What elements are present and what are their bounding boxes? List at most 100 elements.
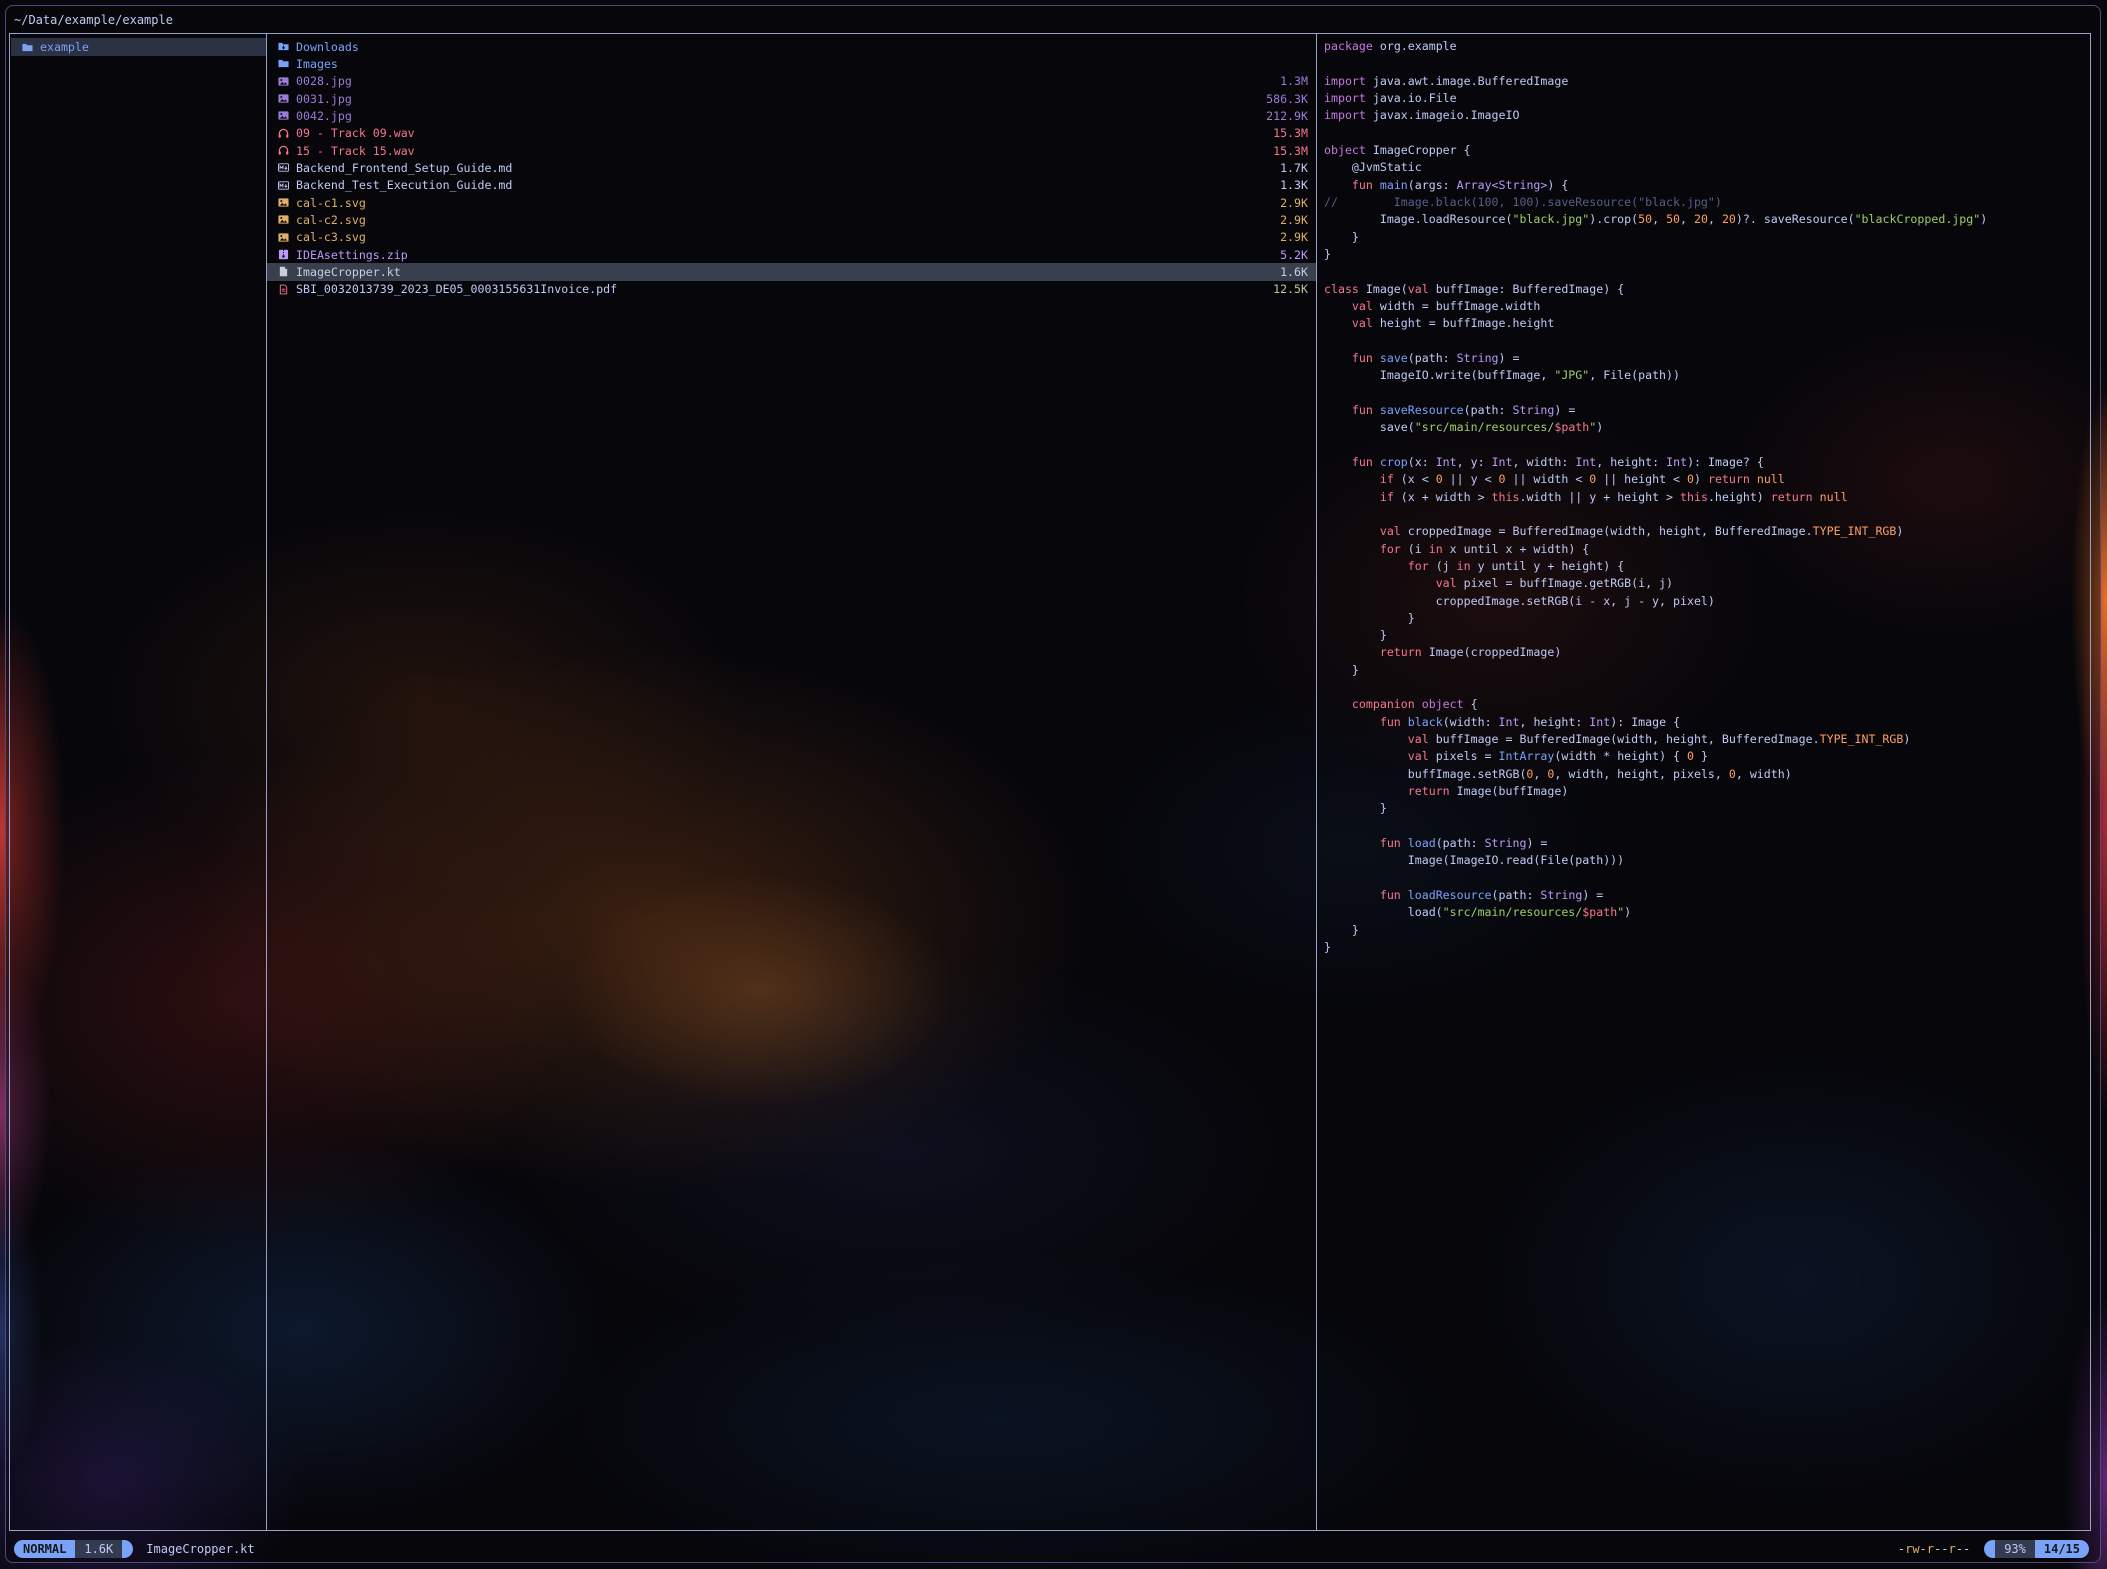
cursor-position: 14/15 — [2035, 1540, 2089, 1558]
code-line: val pixel = buffImage.getRGB(i, j) — [1317, 575, 2091, 592]
folder-icon — [21, 41, 34, 54]
code-line: class Image(val buffImage: BufferedImage… — [1317, 281, 2091, 298]
file-row[interactable]: Images — [267, 55, 1316, 72]
file-name: Images — [296, 57, 1308, 71]
file-row[interactable]: 0028.jpg1.3M — [267, 73, 1316, 90]
mode-size-pill: NORMAL 1.6K — [14, 1540, 133, 1558]
code-line: } — [1317, 800, 2091, 817]
file-name: 0031.jpg — [296, 92, 1266, 106]
code-line — [1317, 125, 2091, 142]
code-line: for (i in x until x + width) { — [1317, 541, 2091, 558]
pill-cap — [122, 1540, 133, 1558]
code-line — [1317, 385, 2091, 402]
code-line: } — [1317, 229, 2091, 246]
file-row[interactable]: 09 - Track 09.wav15.3M — [267, 125, 1316, 142]
code-line: val height = buffImage.height — [1317, 315, 2091, 332]
code-line: fun save(path: String) = — [1317, 350, 2091, 367]
code-line: croppedImage.setRGB(i - x, j - y, pixel) — [1317, 593, 2091, 610]
file-row[interactable]: Backend_Frontend_Setup_Guide.md1.7K — [267, 159, 1316, 176]
file-name: ImageCropper.kt — [296, 265, 1280, 279]
code-line — [1317, 55, 2091, 72]
file-name: SBI_0032013739_2023_DE05_0003155631Invoi… — [296, 282, 1273, 296]
file-size: 2.9K — [1280, 213, 1308, 227]
parent-dir-item[interactable]: example — [11, 38, 266, 56]
status-bar: NORMAL 1.6K ImageCropper.kt -rw-r--r-- 9… — [9, 1536, 2097, 1561]
file-name: Backend_Test_Execution_Guide.md — [296, 178, 1280, 192]
code-line: } — [1317, 922, 2091, 939]
code-line: } — [1317, 662, 2091, 679]
code-line: Image(ImageIO.read(File(path))) — [1317, 852, 2091, 869]
file-row[interactable]: Backend_Test_Execution_Guide.md1.3K — [267, 177, 1316, 194]
breadcrumb-path: ~/Data/example/example — [14, 8, 173, 33]
folder-down-icon — [277, 40, 290, 53]
pill-cap — [1984, 1540, 1995, 1558]
file-row[interactable]: SBI_0032013739_2023_DE05_0003155631Invoi… — [267, 281, 1316, 298]
markdown-icon — [277, 161, 290, 174]
code-line: import javax.imageio.ImageIO — [1317, 107, 2091, 124]
file-row[interactable]: 0031.jpg586.3K — [267, 90, 1316, 107]
image-icon — [277, 75, 290, 88]
file-row[interactable]: 15 - Track 15.wav15.3M — [267, 142, 1316, 159]
file-size: 1.3M — [1280, 74, 1308, 88]
code-line: import java.awt.image.BufferedImage — [1317, 73, 2091, 90]
image-icon — [277, 109, 290, 122]
code-line: fun main(args: Array<String>) { — [1317, 177, 2091, 194]
code-line: import java.io.File — [1317, 90, 2091, 107]
desktop-wallpaper: { "colors": { "accent_blue": "#7aa2f7", … — [0, 0, 2107, 1569]
file-preview-pane[interactable]: package org.example import java.awt.imag… — [1317, 34, 2091, 1530]
mode-indicator: NORMAL — [14, 1540, 75, 1558]
code-line: } — [1317, 627, 2091, 644]
code-line: object ImageCropper { — [1317, 142, 2091, 159]
code-line: return Image(croppedImage) — [1317, 644, 2091, 661]
image-icon — [277, 92, 290, 105]
code-line — [1317, 818, 2091, 835]
code-line: } — [1317, 246, 2091, 263]
code-line: val width = buffImage.width — [1317, 298, 2091, 315]
file-size: 1.6K — [1280, 265, 1308, 279]
file-row[interactable]: 0042.jpg212.9K — [267, 107, 1316, 124]
file-size: 2.9K — [1280, 230, 1308, 244]
file-name: cal-c2.svg — [296, 213, 1280, 227]
file-name: cal-c1.svg — [296, 196, 1280, 210]
code-line: Image.loadResource("black.jpg").crop(50,… — [1317, 211, 2091, 228]
markdown-icon — [277, 179, 290, 192]
file-row[interactable]: cal-c1.svg2.9K — [267, 194, 1316, 211]
yazi-file-manager-window: ~/Data/example/example example Downloads… — [5, 5, 2101, 1563]
file-size: 15.3M — [1273, 126, 1308, 140]
code-line: load("src/main/resources/$path") — [1317, 904, 2091, 921]
file-row[interactable]: cal-c2.svg2.9K — [267, 211, 1316, 228]
status-right-group: -rw-r--r-- 93% 14/15 — [1898, 1540, 2097, 1558]
code-line: } — [1317, 610, 2091, 627]
code-line: package org.example — [1317, 38, 2091, 55]
file-row[interactable]: cal-c3.svg2.9K — [267, 229, 1316, 246]
audio-icon — [277, 127, 290, 140]
file-name: IDEAsettings.zip — [296, 248, 1280, 262]
code-line: ImageIO.write(buffImage, "JPG", File(pat… — [1317, 367, 2091, 384]
pdf-icon — [277, 283, 290, 296]
code-line — [1317, 679, 2091, 696]
code-line — [1317, 263, 2091, 280]
scroll-position-pill: 93% 14/15 — [1984, 1540, 2089, 1558]
code-line: if (x + width > this.width || y + height… — [1317, 489, 2091, 506]
file-size: 1.7K — [1280, 161, 1308, 175]
file-size: 5.2K — [1280, 248, 1308, 262]
file-size: 12.5K — [1273, 282, 1308, 296]
file-name: Backend_Frontend_Setup_Guide.md — [296, 161, 1280, 175]
file-name: 15 - Track 15.wav — [296, 144, 1273, 158]
code-line: val pixels = IntArray(width * height) { … — [1317, 748, 2091, 765]
file-row[interactable]: ImageCropper.kt1.6K — [267, 263, 1316, 280]
file-name: 09 - Track 09.wav — [296, 126, 1273, 140]
file-row[interactable]: Downloads — [267, 38, 1316, 55]
code-line: buffImage.setRGB(0, 0, width, height, pi… — [1317, 766, 2091, 783]
code-line: companion object { — [1317, 696, 2091, 713]
scroll-percent: 93% — [1995, 1540, 2035, 1558]
code-line: } — [1317, 939, 2091, 956]
code-line: fun loadResource(path: String) = — [1317, 887, 2091, 904]
code-line: save("src/main/resources/$path") — [1317, 419, 2091, 436]
code-line: val buffImage = BufferedImage(width, hei… — [1317, 731, 2091, 748]
file-row[interactable]: IDEAsettings.zip5.2K — [267, 246, 1316, 263]
code-line: @JvmStatic — [1317, 159, 2091, 176]
code-line: return Image(buffImage) — [1317, 783, 2091, 800]
code-line — [1317, 437, 2091, 454]
code-line — [1317, 870, 2091, 887]
